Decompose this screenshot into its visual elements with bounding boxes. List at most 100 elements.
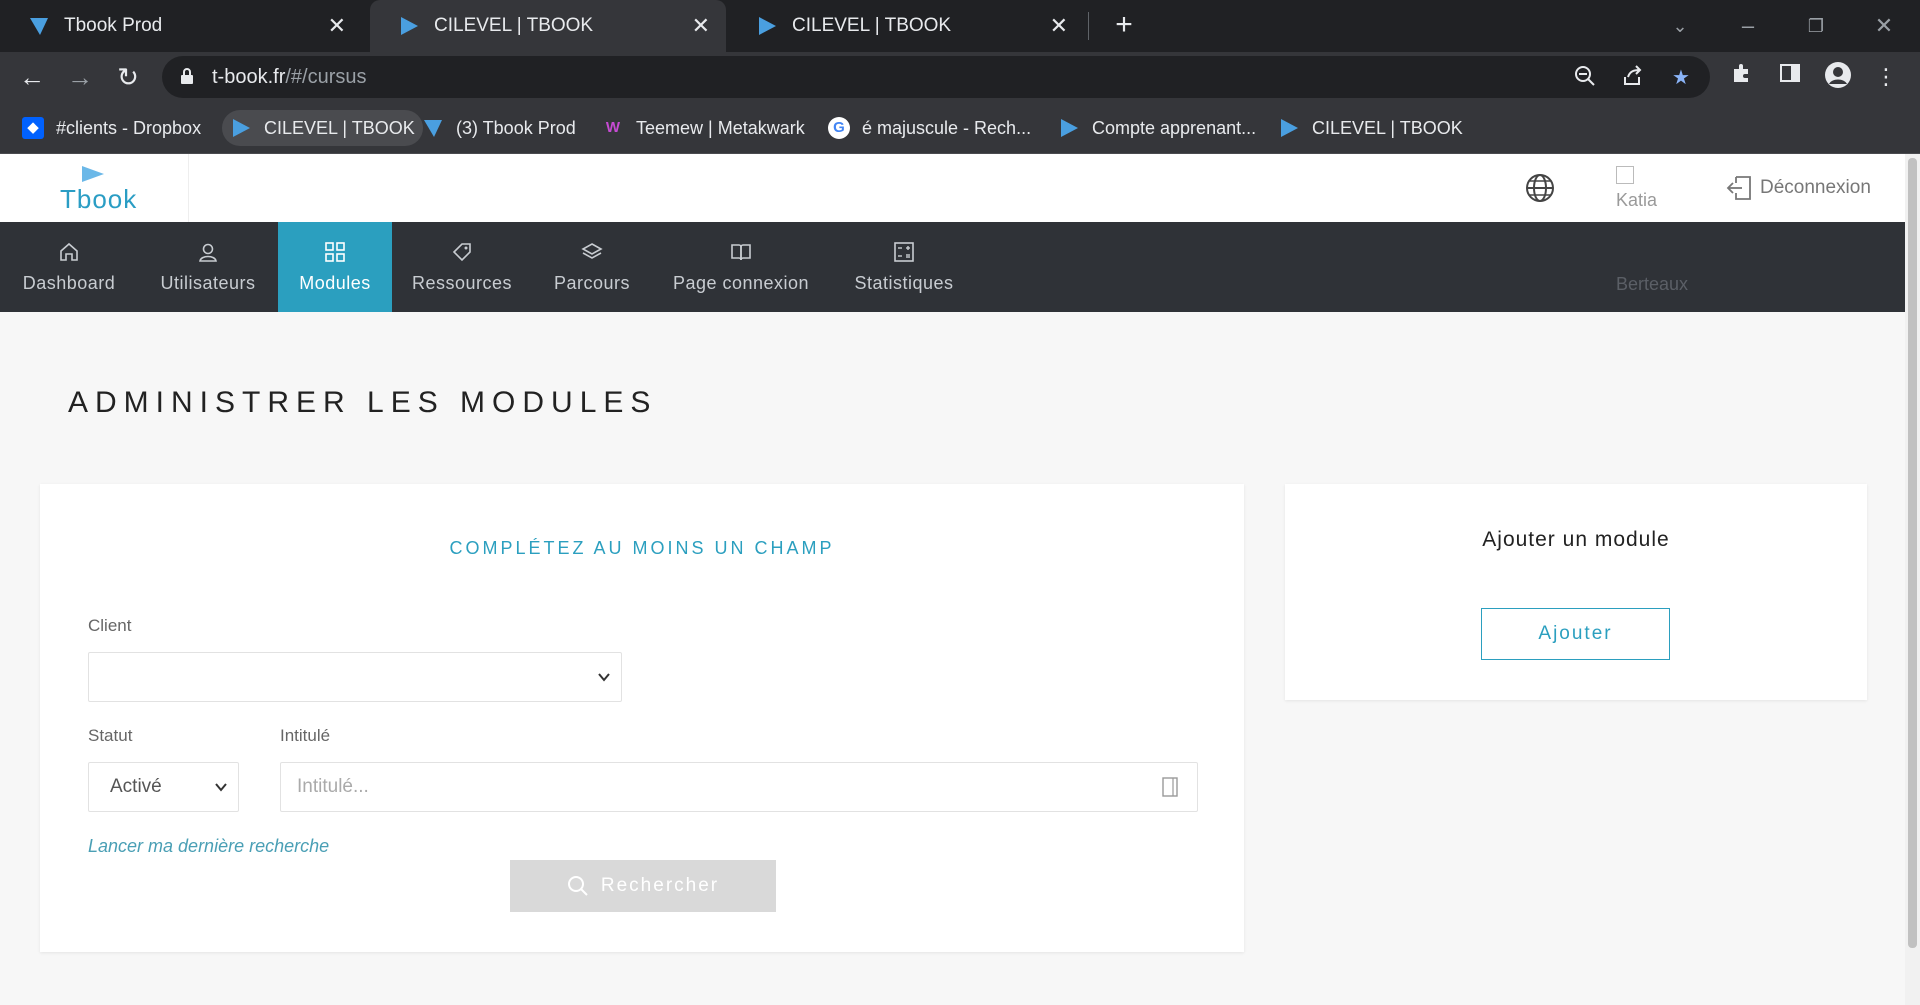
logo-text: Tbook xyxy=(60,184,138,214)
profile-icon[interactable] xyxy=(1822,61,1854,93)
tbook-logo[interactable]: Tbook xyxy=(56,166,136,214)
nav-item-page-connexion[interactable]: Page connexion xyxy=(652,222,830,312)
add-module-card: Ajouter un module Ajouter xyxy=(1285,484,1867,700)
bookmark-item[interactable]: W Teemew | Metakwark xyxy=(594,110,813,146)
intitule-input[interactable]: Intitulé... xyxy=(280,762,1198,812)
nav-label: Page connexion xyxy=(672,272,810,293)
play-icon xyxy=(233,119,250,137)
bookmark-label: CILEVEL | TBOOK xyxy=(1312,117,1463,138)
bookmark-item[interactable]: G é majuscule - Rech... xyxy=(820,110,1039,146)
google-icon: G xyxy=(828,117,850,139)
nav-item-dashboard[interactable]: Dashboard xyxy=(0,222,138,312)
intitule-label: Intitulé xyxy=(280,726,331,745)
url-host: t-book.fr xyxy=(212,66,286,88)
nav-label: Statistiques xyxy=(854,272,954,293)
browser-tab-strip: Tbook Prod ✕ CILEVEL | TBOOK ✕ CILEVEL |… xyxy=(0,0,1920,52)
address-bar[interactable]: t-book.fr/#/cursus ★ xyxy=(162,56,1710,98)
tbook-icon xyxy=(30,18,48,35)
bookmark-item[interactable]: CILEVEL | TBOOK xyxy=(222,110,423,146)
book-icon xyxy=(731,243,751,260)
bookmark-label: Compte apprenant... xyxy=(1092,117,1257,138)
page-title: ADMINISTRER LES MODULES xyxy=(68,386,658,419)
client-select[interactable] xyxy=(88,652,622,702)
nav-item-parcours[interactable]: Parcours xyxy=(532,222,652,312)
bookmark-star-icon[interactable]: ★ xyxy=(1668,65,1694,91)
nav-label: Dashboard xyxy=(22,272,116,293)
nav-item-statistiques[interactable]: Statistiques xyxy=(830,222,978,312)
close-icon[interactable]: ✕ xyxy=(1050,13,1068,39)
search-heading: COMPLÉTEZ AU MOINS UN CHAMP xyxy=(449,538,835,558)
tab-title: CILEVEL | TBOOK xyxy=(792,15,952,36)
tab-divider xyxy=(1088,12,1089,40)
chevron-down-icon xyxy=(215,783,227,792)
statut-select[interactable]: Activé xyxy=(88,762,239,812)
avatar-alt-last: Berteaux xyxy=(1616,274,1689,294)
chevron-down-icon xyxy=(598,673,610,682)
lock-icon xyxy=(181,68,193,84)
broken-image-icon xyxy=(1616,166,1634,184)
bookmark-item[interactable]: CILEVEL | TBOOK xyxy=(1270,110,1471,146)
browser-tab-cilevel-active[interactable]: CILEVEL | TBOOK ✕ xyxy=(370,0,726,52)
forward-icon[interactable]: → xyxy=(62,59,98,95)
notebook-icon xyxy=(1162,777,1178,797)
reload-icon[interactable]: ↻ xyxy=(110,59,146,95)
page-scrollbar[interactable] xyxy=(1905,154,1920,1005)
client-label: Client xyxy=(88,616,132,635)
nav-item-ressources[interactable]: Ressources xyxy=(392,222,532,312)
share-icon[interactable] xyxy=(1620,65,1646,91)
avatar-alt-first: Katia xyxy=(1616,190,1658,210)
logout-button[interactable]: Déconnexion xyxy=(1726,174,1871,202)
new-tab-icon[interactable]: + xyxy=(1106,8,1142,44)
browser-toolbar: ← → ↻ t-book.fr/#/cursus ★ ⋮ xyxy=(0,52,1920,102)
logout-icon xyxy=(1726,176,1751,200)
bookmark-label: é majuscule - Rech... xyxy=(862,117,1032,138)
close-icon[interactable]: ✕ xyxy=(692,13,710,39)
search-icon xyxy=(567,876,588,896)
globe-icon[interactable] xyxy=(1524,172,1556,204)
bookmark-label: Teemew | Metakwark xyxy=(636,117,805,138)
url-text: t-book.fr/#/cursus xyxy=(212,66,367,89)
nav-label: Parcours xyxy=(553,272,631,293)
bookmark-item[interactable]: ◆ #clients - Dropbox xyxy=(14,110,209,146)
side-panel-icon[interactable] xyxy=(1774,61,1806,93)
search-button-label: Rechercher xyxy=(600,875,720,896)
logo-arrow-icon xyxy=(82,166,104,182)
nav-item-modules[interactable]: Modules xyxy=(278,222,392,312)
tab-title: Tbook Prod xyxy=(64,15,163,36)
zoom-icon[interactable] xyxy=(1572,65,1598,91)
last-search-link[interactable]: Lancer ma dernière recherche xyxy=(88,836,329,857)
back-icon[interactable]: ← xyxy=(14,59,50,95)
tab-title: CILEVEL | TBOOK xyxy=(434,15,594,36)
search-button[interactable]: Rechercher xyxy=(510,860,776,912)
minimize-icon[interactable]: – xyxy=(1728,8,1768,44)
browser-tab-tbook-prod[interactable]: Tbook Prod ✕ xyxy=(0,0,362,52)
nav-label: Utilisateurs xyxy=(160,272,256,293)
nav-item-utilisateurs[interactable]: Utilisateurs xyxy=(138,222,278,312)
calculator-icon xyxy=(894,241,914,262)
bookmarks-bar: ◆ #clients - Dropbox CILEVEL | TBOOK (3)… xyxy=(0,102,1920,154)
statut-label: Statut xyxy=(88,726,133,745)
add-module-button[interactable]: Ajouter xyxy=(1481,608,1670,660)
bookmark-item[interactable]: (3) Tbook Prod xyxy=(414,110,584,146)
play-icon xyxy=(1281,119,1298,137)
bookmark-label: CILEVEL | TBOOK xyxy=(264,117,415,138)
dropbox-icon: ◆ xyxy=(22,117,44,139)
window-close-icon[interactable]: ✕ xyxy=(1864,8,1904,44)
avatar[interactable]: Katia xyxy=(1616,166,1657,214)
menu-kebab-icon[interactable]: ⋮ xyxy=(1870,61,1902,93)
layers-icon xyxy=(581,242,603,259)
browser-tab-cilevel[interactable]: CILEVEL | TBOOK ✕ xyxy=(728,0,1084,52)
extensions-icon[interactable] xyxy=(1726,61,1758,93)
grid-icon xyxy=(325,241,345,262)
main-nav: Dashboard Utilisateurs Modules Ressource… xyxy=(0,222,1905,312)
close-icon[interactable]: ✕ xyxy=(328,13,346,39)
restore-icon[interactable]: ❐ xyxy=(1796,8,1836,44)
bookmark-label: (3) Tbook Prod xyxy=(456,117,576,138)
tab-search-icon[interactable]: ⌄ xyxy=(1660,8,1700,44)
app-header: Tbook Katia Déconnexion xyxy=(0,154,1905,222)
intitule-placeholder: Intitulé... xyxy=(297,776,369,797)
bookmark-item[interactable]: Compte apprenant... xyxy=(1050,110,1264,146)
bookmark-label: #clients - Dropbox xyxy=(56,117,202,138)
tag-icon xyxy=(452,242,471,261)
scrollbar-thumb[interactable] xyxy=(1908,158,1917,948)
